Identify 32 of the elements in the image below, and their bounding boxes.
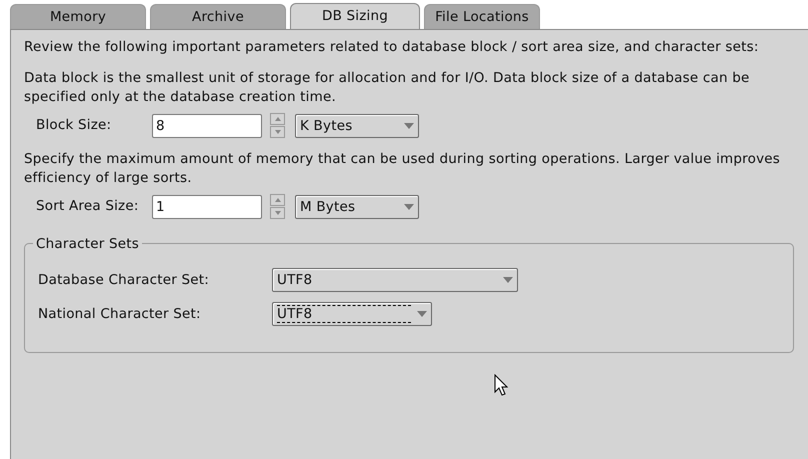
field-label: Sort Area Size:: [36, 197, 140, 216]
focus-ring: UTF8: [277, 305, 411, 323]
field-label: Database Character Set:: [38, 270, 210, 290]
dropdown-arrow-icon: [417, 311, 427, 317]
field-label: Block Size:: [36, 116, 112, 136]
dropdown[interactable]: K Bytes: [295, 114, 419, 138]
down-arrow-icon: [274, 130, 280, 134]
tab[interactable]: DB Sizing: [290, 3, 420, 29]
down-arrow-icon: [274, 211, 280, 215]
number-input[interactable]: 8: [152, 114, 262, 138]
focus-ring: M Bytes: [300, 198, 356, 216]
intro-text: Review the following important parameters related to database block / sort area size, and character sets:: [24, 38, 760, 57]
up-arrow-icon: [274, 198, 280, 202]
spinner[interactable]: [270, 194, 285, 219]
tab[interactable]: File Locations: [424, 4, 540, 29]
up-arrow-icon: [274, 117, 280, 121]
description-text: Specify the maximum amount of memory that can be used during sorting operations. Larger value improves efficiency of large sorts.: [24, 150, 782, 188]
dropdown-arrow-icon: [503, 277, 513, 283]
description-text: Data block is the smallest unit of storage for allocation and for I/O. Data block size of a database can be specified only at the database creation time.: [24, 69, 751, 107]
field-label: National Character Set:: [38, 304, 202, 324]
mouse-cursor-icon: [494, 374, 508, 396]
dropdown[interactable]: M Bytes: [295, 194, 419, 218]
tab[interactable]: Memory: [10, 4, 146, 29]
number-input[interactable]: 1: [152, 194, 262, 218]
dropdown[interactable]: UTF8: [272, 268, 518, 292]
focus-ring: K Bytes: [300, 116, 354, 134]
dropdown[interactable]: UTF8: [272, 302, 432, 326]
focus-ring: UTF8: [277, 271, 314, 289]
spinner[interactable]: [270, 113, 285, 138]
dropdown-arrow-icon: [404, 122, 414, 128]
dropdown-arrow-icon: [404, 204, 414, 210]
tab[interactable]: Archive: [150, 4, 286, 29]
